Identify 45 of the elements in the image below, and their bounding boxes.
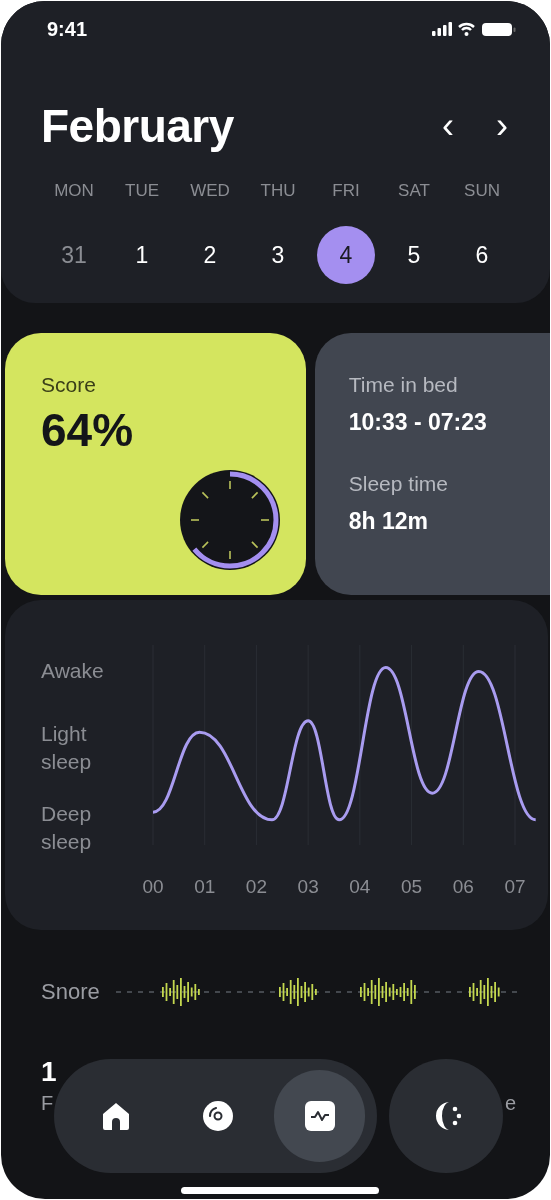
- hour-label: 00: [142, 876, 164, 897]
- stat-label: Sleep time: [348, 472, 449, 496]
- hour-label: 04: [349, 876, 371, 897]
- disc-icon: [200, 1099, 235, 1133]
- stat-value: 8h 12m: [348, 508, 429, 535]
- stage-label: Light sleep: [41, 721, 93, 776]
- month-title: February: [41, 99, 234, 153]
- hour-label: 02: [245, 876, 267, 897]
- stat-label: Time in bed: [348, 373, 459, 397]
- weekday-label: MON: [53, 181, 95, 201]
- weekday-label: TUE: [124, 181, 160, 201]
- hour-label: 07: [504, 876, 526, 897]
- stat-value: 10:33 - 07:23: [348, 409, 488, 436]
- previous-month-button[interactable]: ‹: [438, 108, 458, 144]
- calendar-day[interactable]: 5: [385, 226, 443, 284]
- battery-icon: [482, 23, 516, 36]
- stat-value: 1: [41, 1056, 57, 1088]
- calendar-day[interactable]: 2: [181, 226, 239, 284]
- signal-icon: [432, 22, 452, 36]
- calendar-day[interactable]: 4: [317, 226, 375, 284]
- snore-label: Snore: [41, 979, 100, 1005]
- next-month-button[interactable]: ›: [492, 108, 512, 144]
- stat-label: e: [504, 1092, 516, 1115]
- activity-icon: [302, 1099, 337, 1133]
- status-time: 9:41: [47, 17, 88, 41]
- calendar-day[interactable]: 3: [249, 226, 307, 284]
- hour-label: 06: [452, 876, 474, 897]
- wifi-icon: [457, 22, 476, 36]
- hour-label: 05: [401, 876, 423, 897]
- weekday-label: FRI: [331, 181, 361, 201]
- stage-label: Awake: [41, 658, 105, 684]
- hour-label: 01: [194, 876, 216, 897]
- calendar-day[interactable]: 1: [113, 226, 171, 284]
- calendar-day[interactable]: 31: [45, 226, 103, 284]
- weekday-label: SUN: [463, 181, 501, 201]
- hour-label: 03: [297, 876, 319, 897]
- stat-label: F: [41, 1092, 55, 1115]
- calendar-day[interactable]: 6: [453, 226, 511, 284]
- weekday-label: THU: [259, 181, 297, 201]
- score-label: Score: [41, 373, 97, 397]
- weekday-label: WED: [189, 181, 231, 201]
- weekday-label: SAT: [397, 181, 431, 201]
- stage-label: Deep sleep: [41, 801, 93, 856]
- nav-tab[interactable]: [274, 1070, 365, 1162]
- score-value: 64%: [41, 403, 135, 457]
